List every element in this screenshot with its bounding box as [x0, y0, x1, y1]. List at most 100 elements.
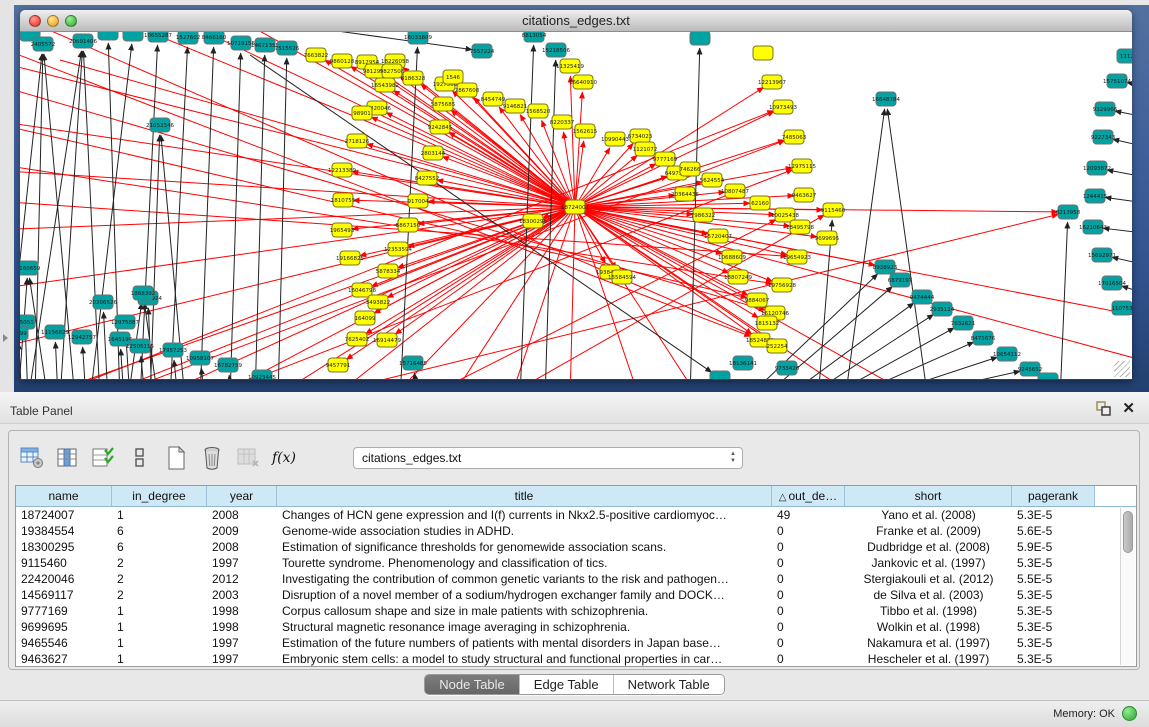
graph-node-yellow[interactable]: 2867608 [455, 83, 480, 97]
graph-node-yellow[interactable]: 7625402 [345, 332, 370, 346]
scrollbar-thumb[interactable] [1123, 511, 1133, 553]
table-row[interactable]: 969969511998Structural magnetic resonanc… [16, 619, 1136, 635]
graph-node-teal[interactable]: 6879197 [888, 273, 913, 287]
network-window-titlebar[interactable]: citations_edges.txt [20, 10, 1132, 32]
graph-node-teal[interactable]: 110753 [1112, 301, 1133, 315]
vertical-scrollbar[interactable] [1120, 508, 1135, 665]
graph-node-yellow[interactable]: 6734023 [628, 129, 653, 143]
new-document-icon[interactable] [163, 445, 189, 471]
tab-node-table[interactable]: Node Table [425, 675, 520, 694]
graph-node-yellow[interactable]: 16914479 [373, 333, 401, 347]
graph-node-teal[interactable]: 15218506 [542, 43, 570, 57]
graph-node-yellow[interactable]: 917004 [408, 194, 429, 208]
graph-node-teal[interactable]: 1244415 [1083, 189, 1108, 203]
graph-node-yellow[interactable]: 252254 [767, 339, 788, 353]
graph-node-yellow[interactable]: 5624554 [700, 173, 725, 187]
graph-node-yellow[interactable]: 1568520 [526, 104, 551, 118]
table-row[interactable]: 946554611997Estimation of the future num… [16, 635, 1136, 651]
graph-node-yellow[interactable]: 9860128 [330, 54, 355, 68]
graph-node-yellow[interactable]: 9457791 [326, 358, 351, 372]
graph-node-teal[interactable]: 20206526 [89, 295, 117, 309]
graph-node-teal[interactable]: 7515526 [275, 41, 300, 55]
table-row[interactable]: 946362711997Embryonic stem cells: a mode… [16, 651, 1136, 667]
graph-node-yellow[interactable]: 9699695 [815, 231, 840, 245]
graph-node-yellow[interactable]: 9463627 [792, 188, 817, 202]
graph-node-yellow[interactable]: 1121072 [633, 142, 658, 156]
column-header-year[interactable]: year [207, 486, 277, 506]
table-row[interactable]: 1456911722003Disruption of a novel membe… [16, 587, 1136, 603]
column-header-title[interactable]: title [277, 486, 772, 506]
graph-node-teal[interactable] [690, 32, 710, 45]
graph-node-teal[interactable]: 16033809 [404, 32, 432, 44]
graph-node-yellow[interactable]: 9115460 [821, 203, 846, 217]
memory-status-icon[interactable] [1122, 706, 1137, 721]
table-row[interactable]: 911546021997Tourette syndrome. Phenomeno… [16, 555, 1136, 571]
graph-node-teal[interactable]: 2160659 [20, 261, 41, 275]
graph-node-teal[interactable]: 11156829 [41, 325, 69, 339]
delete-icon[interactable] [199, 445, 225, 471]
graph-node-teal[interactable]: 2935114 [930, 302, 955, 316]
tab-edge-table[interactable]: Edge Table [520, 675, 614, 694]
graph-node-yellow[interactable]: 16543982 [371, 78, 399, 92]
graph-node-teal[interactable]: 39199 [20, 326, 28, 340]
graph-node-teal[interactable]: 9227343 [1091, 130, 1116, 144]
graph-node-yellow[interactable]: 9884067 [745, 293, 770, 307]
graph-node-teal[interactable]: 1527602 [176, 32, 201, 44]
graph-node-teal[interactable]: 20691406 [69, 34, 97, 48]
column-header-pagerank[interactable]: pagerank [1012, 486, 1095, 506]
graph-node-yellow[interactable]: 8186328 [401, 71, 426, 85]
graph-node-teal[interactable]: 16648784 [872, 92, 900, 106]
graph-node-teal[interactable]: 9329966 [1093, 102, 1118, 116]
graph-node-yellow[interactable]: 8220337 [550, 115, 575, 129]
graph-node-yellow[interactable]: 1810755 [331, 193, 356, 207]
graph-node-teal[interactable]: 1112 [1117, 49, 1132, 63]
graph-node-yellow[interactable]: 2718126 [345, 134, 370, 148]
column-header-out_de[interactable]: △out_de… [772, 486, 845, 506]
graph-node-yellow[interactable]: 15720407 [704, 229, 732, 243]
graph-node-yellow[interactable]: 1546 [443, 70, 463, 84]
graph-node-yellow[interactable]: 12213389 [328, 163, 356, 177]
graph-node-teal[interactable]: 12975887 [111, 315, 139, 329]
graph-node-teal[interactable]: 15692971 [1088, 248, 1116, 262]
graph-node-teal[interactable] [1038, 373, 1058, 379]
graph-node-teal[interactable]: 7557224 [470, 44, 495, 58]
graph-node-yellow[interactable]: 16640910 [569, 75, 597, 89]
graph-node-teal[interactable]: 9733426 [775, 361, 800, 375]
table-row[interactable]: 2242004622012Investigating the contribut… [16, 571, 1136, 587]
graph-node-teal[interactable]: 18136141 [729, 356, 757, 370]
graph-node-teal[interactable]: 8813054 [522, 32, 547, 42]
graph-node-yellow[interactable]: 19654923 [783, 250, 811, 264]
graph-node-yellow[interactable]: 12353594 [384, 242, 412, 256]
graph-node-yellow[interactable]: 7986322 [691, 208, 716, 222]
graph-node-yellow[interactable]: 1562615 [573, 124, 598, 138]
graph-node-teal[interactable]: 12093872 [1083, 161, 1111, 175]
row-height-icon[interactable] [127, 445, 153, 471]
table-row[interactable]: 977716911998Corpus callosum shape and si… [16, 603, 1136, 619]
graph-node-teal[interactable]: 15751074 [1103, 74, 1131, 88]
column-header-name[interactable]: name [16, 486, 112, 506]
panel-expand-handle[interactable] [3, 334, 8, 342]
graph-node-teal[interactable]: 8213958 [1056, 205, 1081, 219]
graph-node-yellow[interactable]: 7485063 [782, 130, 807, 144]
network-nodes[interactable]: 2405572206914061065528715276028466160107… [20, 32, 1132, 379]
graph-node-teal[interactable]: 9474444 [910, 290, 935, 304]
table-row[interactable]: 1938455462009Genome-wide association stu… [16, 523, 1136, 539]
graph-node-teal[interactable]: 12505115 [126, 339, 154, 353]
graph-node-yellow[interactable]: 9146821 [503, 99, 528, 113]
table-select-dropdown[interactable]: citations_edges.txt ▲▼ [353, 447, 743, 469]
graph-node-teal[interactable]: 8938923 [873, 260, 898, 274]
graph-node-yellow[interactable]: 3493822 [366, 295, 391, 309]
graph-node-teal[interactable]: 15716485 [399, 356, 427, 370]
graph-node-yellow[interactable]: 12975115 [788, 159, 816, 173]
graph-node-yellow[interactable]: 11325419 [556, 59, 584, 73]
graph-node-yellow[interactable]: 19756928 [768, 278, 796, 292]
close-panel-icon[interactable]: ✕ [1122, 399, 1135, 417]
graph-node-teal[interactable]: 12942757 [68, 330, 96, 344]
graph-node-yellow[interactable]: 9777169 [653, 152, 678, 166]
graph-node-yellow[interactable]: 5867150 [396, 218, 421, 232]
graph-node-yellow[interactable]: 164099 [355, 311, 376, 325]
graph-node-yellow[interactable]: 5878334 [376, 264, 401, 278]
graph-node-yellow[interactable]: 15584594 [608, 270, 636, 284]
graph-node-teal[interactable]: 17957253 [159, 343, 187, 357]
graph-node-yellow[interactable]: 5875685 [431, 97, 456, 111]
